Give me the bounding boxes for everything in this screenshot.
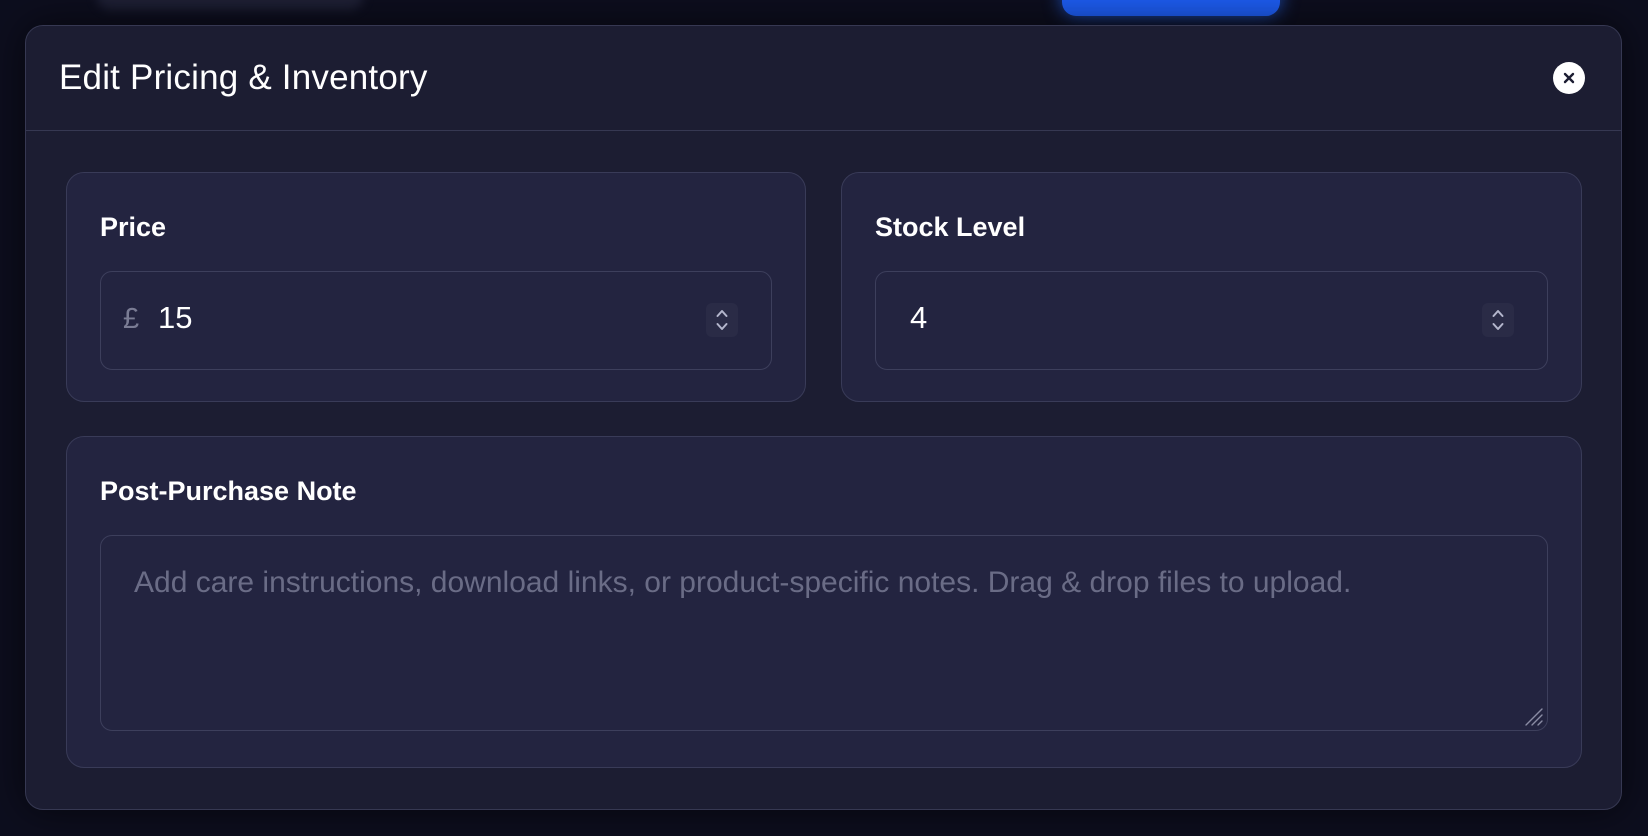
modal-title: Edit Pricing & Inventory (59, 58, 428, 97)
background-primary-button (1062, 0, 1280, 16)
edit-pricing-modal: Edit Pricing & Inventory Price £ 15 Stoc… (25, 25, 1622, 810)
price-input[interactable] (158, 300, 558, 336)
close-icon (1563, 72, 1575, 84)
stock-input[interactable] (910, 300, 1310, 336)
stock-stepper[interactable] (1482, 303, 1514, 337)
price-label: Price (100, 212, 167, 242)
note-card: Post-Purchase Note (66, 436, 1582, 768)
stock-card: Stock Level (841, 172, 1582, 402)
currency-symbol: £ (123, 303, 140, 335)
note-textarea[interactable] (101, 536, 1547, 730)
resize-handle-icon[interactable] (1520, 703, 1544, 727)
close-button[interactable] (1553, 62, 1585, 94)
note-label: Post-Purchase Note (100, 476, 357, 506)
chevron-up-down-icon (1491, 307, 1505, 333)
price-input-box[interactable]: £ (100, 271, 772, 370)
modal-header: Edit Pricing & Inventory (26, 26, 1621, 131)
background-blurred-element (96, 0, 364, 10)
price-card: Price £ (66, 172, 806, 402)
price-stepper[interactable] (706, 303, 738, 337)
chevron-up-down-icon (715, 307, 729, 333)
stock-input-box[interactable] (875, 271, 1548, 370)
stock-label: Stock Level (875, 212, 1026, 242)
note-textarea-box[interactable] (100, 535, 1548, 731)
